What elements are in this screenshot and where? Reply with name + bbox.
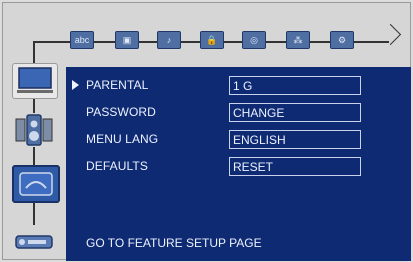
video-icon[interactable]: ▣ <box>115 31 139 49</box>
menu-item-parental[interactable]: PARENTAL <box>86 78 148 92</box>
rail-curve <box>33 41 63 43</box>
speaker-system-icon[interactable] <box>12 113 56 147</box>
feature-icon[interactable]: ⚙ <box>330 31 354 49</box>
parental-lock-icon[interactable]: 🔒 <box>200 31 224 49</box>
speaker-icon[interactable]: ◎ <box>242 31 266 49</box>
language-icon[interactable]: abc <box>70 31 94 49</box>
settings-panel: PARENTAL 1 G PASSWORD CHANGE MENU LANG E… <box>66 67 411 261</box>
menu-item-password[interactable]: PASSWORD <box>86 105 156 119</box>
audio-icon[interactable]: ♪ <box>157 31 181 49</box>
osd-frame: abc ▣ ♪ 🔒 ◎ ⁂ ⚙ PARENTAL 1 G PASSWORD CH… <box>2 2 411 261</box>
parental-value[interactable]: 1 G <box>229 76 361 95</box>
selection-pointer-icon <box>72 80 79 90</box>
tv-monitor-icon[interactable] <box>12 63 58 99</box>
footer-hint: GO TO FEATURE SETUP PAGE <box>86 236 262 250</box>
menu-item-defaults[interactable]: DEFAULTS <box>86 159 148 173</box>
remote-control-icon[interactable] <box>12 225 56 259</box>
password-value[interactable]: CHANGE <box>229 103 361 122</box>
menu-lang-value[interactable]: ENGLISH <box>229 130 361 149</box>
menu-item-menu-lang[interactable]: MENU LANG <box>86 132 158 146</box>
channel-icon[interactable]: ⁂ <box>286 31 310 49</box>
defaults-value[interactable]: RESET <box>229 157 361 176</box>
setup-menu-icon[interactable] <box>12 165 60 203</box>
